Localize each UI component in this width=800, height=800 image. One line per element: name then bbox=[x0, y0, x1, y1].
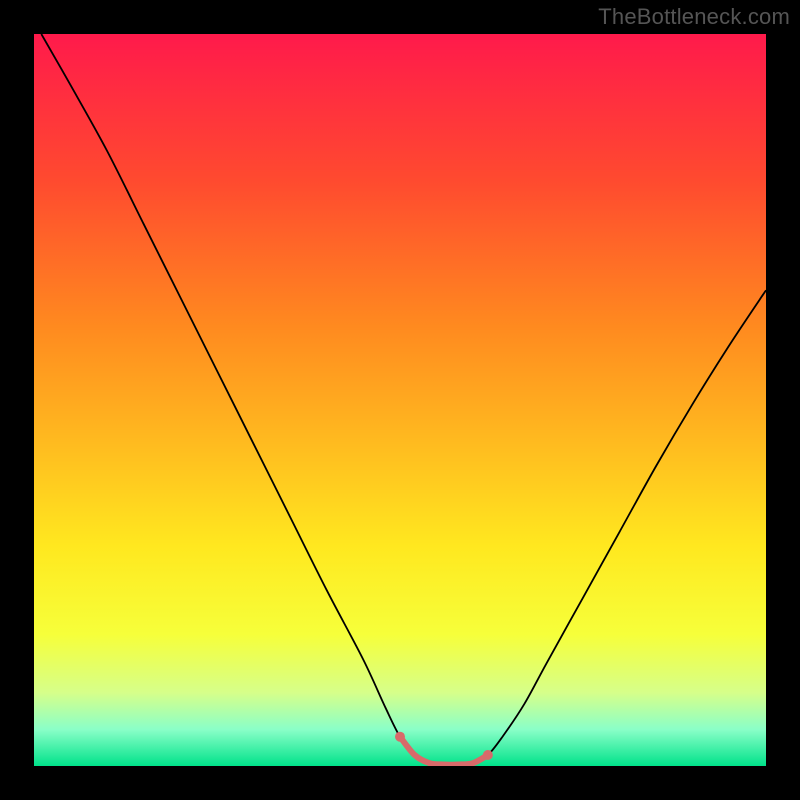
plot-area bbox=[34, 34, 766, 766]
endpoint-dot bbox=[483, 750, 493, 760]
endpoint-dot bbox=[395, 732, 405, 742]
gradient-background bbox=[34, 34, 766, 766]
chart-svg bbox=[34, 34, 766, 766]
watermark-text: TheBottleneck.com bbox=[598, 4, 790, 30]
chart-frame: TheBottleneck.com bbox=[0, 0, 800, 800]
